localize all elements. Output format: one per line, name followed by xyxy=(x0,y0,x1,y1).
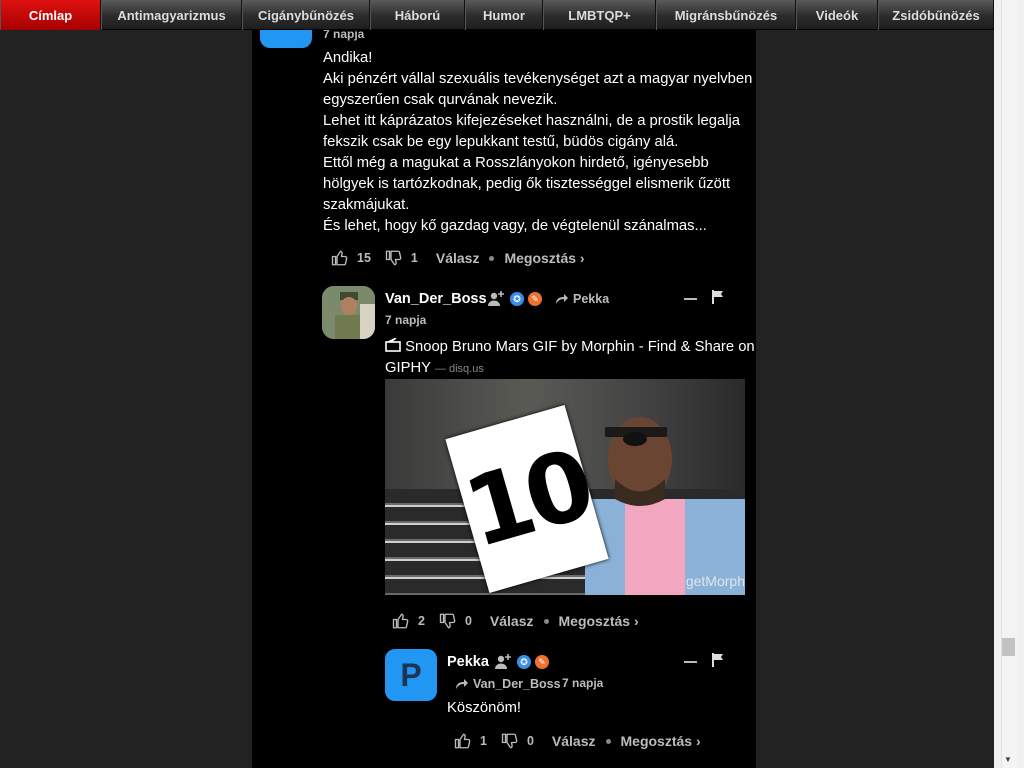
reply-button[interactable]: Válasz xyxy=(436,250,480,266)
reply-to-link[interactable]: Pekka xyxy=(555,292,609,306)
add-user-icon[interactable] xyxy=(487,290,505,308)
separator-dot xyxy=(605,738,611,744)
share-button[interactable]: Megosztás › xyxy=(504,250,584,266)
scrollbar-thumb[interactable] xyxy=(1002,638,1015,656)
nav-item-humor[interactable]: Humor xyxy=(465,0,543,30)
reply-to-link[interactable]: Van_Der_Boss xyxy=(455,677,561,691)
comment-timestamp[interactable]: 7 napja xyxy=(562,676,603,690)
share-arrow-icon xyxy=(556,294,568,304)
nav-item-antimagyarizmus[interactable]: Antimagyarizmus xyxy=(101,0,242,30)
comment-actions: 1 0 Válasz Megosztás › xyxy=(454,732,701,750)
thumbs-up-icon[interactable] xyxy=(454,732,472,750)
share-arrow-icon xyxy=(456,679,468,689)
minus-icon[interactable] xyxy=(684,661,697,663)
thumbs-up-icon[interactable] xyxy=(392,612,410,630)
link-card-icon xyxy=(385,337,401,352)
comment-line: Aki pénzért vállal szexuális tevékenység… xyxy=(323,71,753,108)
downvote-count: 0 xyxy=(526,734,534,748)
comment-line: Andika! xyxy=(323,50,373,66)
nav-item-migransbunozes[interactable]: Migránsbűnözés xyxy=(656,0,796,30)
avatar-photo xyxy=(322,286,375,339)
downvote-count: 1 xyxy=(410,251,418,265)
minus-icon[interactable] xyxy=(684,298,697,300)
nav-item-videok[interactable]: Videók xyxy=(796,0,878,30)
comment-body: Andika! Aki pénzért vállal szexuális tev… xyxy=(323,48,753,237)
comment-author[interactable]: Pekka xyxy=(447,654,489,670)
reply-button[interactable]: Válasz xyxy=(552,733,596,749)
separator-dot xyxy=(489,255,495,261)
comment-actions: 15 1 Válasz Megosztás › xyxy=(331,249,585,267)
comment-line: Ettől még a magukat a Rosszlányokon hird… xyxy=(323,155,731,213)
comment-actions: 2 0 Válasz Megosztás › xyxy=(392,612,639,630)
nav-item-lmbtqp[interactable]: LMBTQP+ xyxy=(543,0,656,30)
comment-line: Lehet itt káprázatos kifejezéseket haszn… xyxy=(323,113,741,150)
comment-timestamp[interactable]: 7 napja xyxy=(385,313,426,327)
upvote-count: 2 xyxy=(418,614,425,628)
thumbs-up-icon[interactable] xyxy=(331,249,349,267)
comment-line: És lehet, hogy kő gazdag vagy, de végtel… xyxy=(323,218,707,234)
link-source: — disq.us xyxy=(434,363,484,375)
share-button[interactable]: Megosztás › xyxy=(621,733,701,749)
thumbs-down-icon[interactable] xyxy=(501,732,519,750)
comment-thread: 7 napja Andika! Aki pénzért vállal szexu… xyxy=(252,0,756,768)
nav-item-zsidobunozes[interactable]: Zsidóbűnözés xyxy=(878,0,994,30)
embedded-gif[interactable]: 10 getMorph xyxy=(385,379,745,595)
top-navigation: Címlap Antimagyarizmus Cigánybűnözés Háb… xyxy=(0,0,994,30)
scroll-down-arrow-icon[interactable]: ▼ xyxy=(1004,755,1012,764)
badge-icon: ✎ xyxy=(528,292,542,306)
flag-icon[interactable] xyxy=(712,653,724,667)
gif-watermark: getMorph xyxy=(685,573,745,589)
flag-icon[interactable] xyxy=(712,290,724,304)
reply-to-username: Van_Der_Boss xyxy=(473,677,561,691)
nav-item-ciganybunozes[interactable]: Cigánybűnözés xyxy=(242,0,370,30)
nav-item-haboru[interactable]: Háború xyxy=(370,0,465,30)
gif-person xyxy=(585,417,745,595)
add-user-icon[interactable] xyxy=(494,653,512,671)
reply-button[interactable]: Válasz xyxy=(490,613,534,629)
comment-body: Köszönöm! xyxy=(447,700,522,716)
avatar[interactable]: P xyxy=(385,649,437,701)
badge-icon: ✪ xyxy=(517,655,531,669)
upvote-count: 1 xyxy=(480,734,487,748)
reply-to-username: Pekka xyxy=(573,292,610,306)
upvote-count: 15 xyxy=(357,251,371,265)
downvote-count: 0 xyxy=(464,614,472,628)
badge-icon: ✎ xyxy=(535,655,549,669)
page-scrollbar[interactable]: ▼ xyxy=(994,0,1024,768)
comment-author[interactable]: Van_Der_Boss xyxy=(385,291,487,307)
thumbs-down-icon[interactable] xyxy=(385,249,403,267)
thumbs-down-icon[interactable] xyxy=(439,612,457,630)
avatar[interactable] xyxy=(322,286,375,339)
badge-icon: ✪ xyxy=(510,292,524,306)
link-preview-title[interactable]: Snoop Bruno Mars GIF by Morphin - Find &… xyxy=(385,337,755,380)
separator-dot xyxy=(543,618,549,624)
nav-item-cimlap[interactable]: Címlap xyxy=(0,0,101,30)
share-button[interactable]: Megosztás › xyxy=(559,613,639,629)
